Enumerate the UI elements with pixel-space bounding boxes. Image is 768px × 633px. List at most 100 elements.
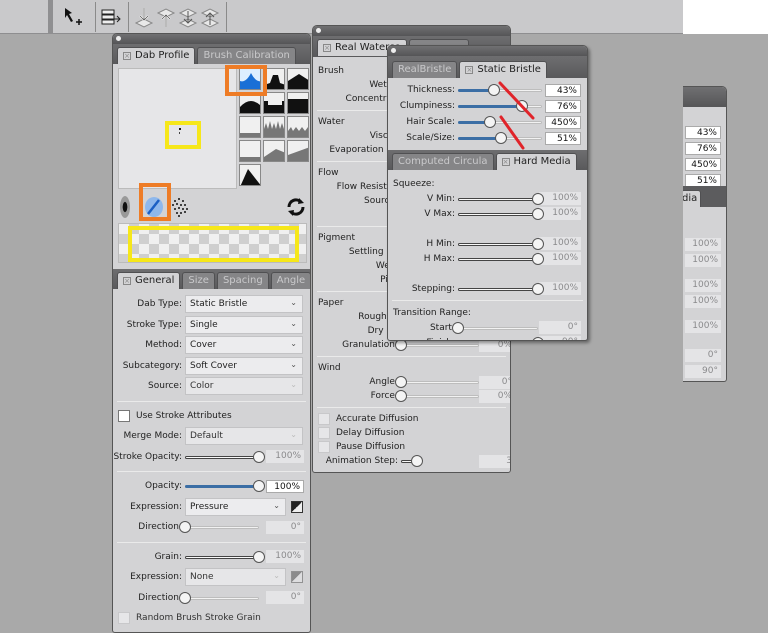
slider-knob[interactable] [452,322,464,334]
tab-angle[interactable]: Angle [271,272,311,289]
medium-profile-icon[interactable] [263,68,285,90]
dropdown[interactable]: Default⌄ [185,427,303,445]
close-tab-icon[interactable]: × [502,158,510,166]
linear-profile-icon[interactable] [239,140,261,162]
value-field[interactable]: 51% [545,132,581,145]
slider[interactable] [185,451,259,463]
tab-general[interactable]: ×General [117,272,180,289]
dropdown[interactable]: Pressure⌄ [185,498,286,516]
slider[interactable] [401,455,479,467]
slider[interactable] [458,337,538,342]
slider[interactable] [458,238,538,250]
value-field[interactable]: 0° [539,321,581,334]
panel-titlebar[interactable] [388,46,587,56]
slider-knob[interactable] [532,238,544,250]
tab-computed-circula[interactable]: Computed Circula [392,153,494,170]
slider[interactable] [458,253,538,265]
slider-knob[interactable] [395,376,407,388]
value-field[interactable]: 100% [266,450,304,463]
value-field[interactable]: 100% [539,252,581,265]
ramp-profile-icon[interactable] [263,140,285,162]
value-field[interactable]: 90° [539,336,581,341]
slider-knob[interactable] [253,480,265,492]
brush-stroke-icon[interactable] [143,195,165,219]
drop-layer-icon[interactable] [133,5,155,29]
bristle-high-profile-icon[interactable] [263,116,285,138]
bristle-low-profile-icon[interactable] [239,116,261,138]
slider[interactable] [458,116,542,128]
checkbox[interactable] [318,441,330,453]
close-tab-icon[interactable]: × [323,44,331,52]
slider-knob[interactable] [532,253,544,265]
value-field[interactable]: 0° [479,376,511,389]
dropdown[interactable]: None⌄ [185,568,286,586]
checkbox[interactable] [118,410,130,422]
tab-static-bristle[interactable]: ×Static Bristle [459,61,547,78]
slider[interactable] [458,193,538,205]
value-field[interactable]: 0% [479,390,511,403]
slider[interactable] [458,100,542,112]
slider-knob[interactable] [395,390,407,402]
round-profile-icon[interactable] [239,92,261,114]
value-field[interactable]: 0° [266,521,304,534]
slider-knob[interactable] [179,521,191,533]
value-field[interactable]: 100% [539,192,581,205]
layers-icon[interactable] [99,5,121,29]
slider-knob[interactable] [179,592,191,604]
toolbar-grip[interactable] [48,0,53,34]
value-field[interactable]: 100% [539,237,581,250]
tab-hard-media[interactable]: ×Hard Media [496,153,577,170]
slider[interactable] [185,592,259,604]
close-tab-icon[interactable]: × [123,277,131,285]
slider-knob[interactable] [253,451,265,463]
expression-settings-icon[interactable] [291,571,303,583]
value-field[interactable]: 43% [545,84,581,97]
pointed-profile-icon[interactable] [239,68,261,90]
slider-knob[interactable] [532,283,544,295]
checkbox[interactable] [318,413,330,425]
tab-hard-media-ghost[interactable]: dia [683,190,701,207]
tab-dab-profile[interactable]: ×Dab Profile [117,47,195,64]
lift-layer-icon[interactable] [155,5,177,29]
panel-titlebar[interactable] [113,34,310,44]
dab-preview-icon[interactable] [120,196,130,218]
triangle-profile-icon[interactable] [239,164,261,186]
slider[interactable] [185,521,259,533]
slider-knob[interactable] [253,551,265,563]
dropdown[interactable]: Static Bristle⌄ [185,295,303,313]
flat-profile-icon[interactable] [263,92,285,114]
value-field[interactable]: 450% [545,116,581,129]
slider[interactable] [185,480,259,492]
slider-knob[interactable] [484,116,496,128]
dropdown[interactable]: Color⌄ [185,377,303,395]
slider[interactable] [458,132,542,144]
value-field[interactable]: 100% [539,282,581,295]
value-field[interactable]: 3 [479,455,511,468]
slider[interactable] [458,208,538,220]
slider[interactable] [458,283,538,295]
checkbox[interactable] [318,427,330,439]
dropdown[interactable]: Soft Cover⌄ [185,357,303,375]
tab-brush-calibration[interactable]: Brush Calibration [197,47,295,64]
value-field[interactable]: 0° [266,591,304,604]
dropdown[interactable]: Single⌄ [185,316,303,334]
close-tab-icon[interactable]: × [123,52,131,60]
tab-realbristle[interactable]: RealBristle [392,61,457,78]
slider-knob[interactable] [495,132,507,144]
brush-select-icon[interactable] [62,5,84,29]
slider[interactable] [458,322,538,334]
checkbox[interactable] [118,612,130,624]
panel-titlebar[interactable] [313,26,510,36]
value-field[interactable]: 100% [539,207,581,220]
block-profile-icon[interactable] [287,92,309,114]
slider[interactable] [458,84,542,96]
slider-knob[interactable] [516,100,528,112]
value-field[interactable]: 76% [545,100,581,113]
flat-top-profile-icon[interactable] [287,68,309,90]
wedge-profile-icon[interactable] [287,140,309,162]
slider-knob[interactable] [411,455,423,467]
dropdown[interactable]: Cover⌄ [185,336,303,354]
slider[interactable] [185,551,259,563]
value-field[interactable]: 100% [266,480,304,493]
refresh-icon[interactable] [285,195,307,219]
